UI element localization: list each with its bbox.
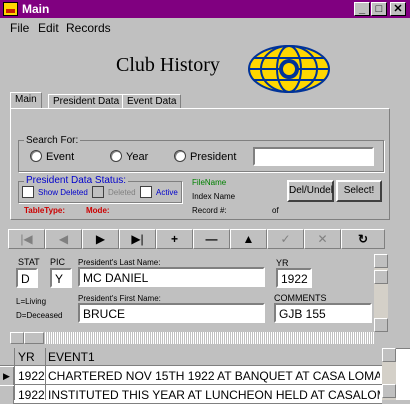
events-header-row: YR EVENT1 — [0, 348, 382, 366]
radio-year[interactable] — [110, 150, 122, 162]
hscroll-left-button[interactable] — [10, 332, 24, 344]
last-name-field[interactable]: MC DANIEL — [78, 267, 265, 287]
column-header-yr[interactable]: YR — [18, 350, 35, 364]
menu-bar: File Edit Records — [0, 18, 410, 37]
comments-label: COMMENTS — [274, 293, 327, 303]
title-bar[interactable]: Main _ □ ✕ — [0, 0, 410, 18]
show-deleted-checkbox[interactable] — [22, 186, 34, 198]
grid-divider — [45, 348, 46, 400]
row-indicator — [0, 386, 14, 404]
first-name-label: President's First Name: — [78, 294, 161, 303]
radio-year-label: Year — [126, 151, 149, 163]
yr-label: YR — [276, 258, 289, 268]
status-group-label: President Data Status: — [24, 175, 129, 186]
detail-hscrollbar[interactable] — [10, 332, 374, 344]
close-button[interactable]: ✕ — [390, 2, 406, 16]
last-record-button[interactable]: ▶| — [119, 229, 156, 249]
stat-label: STAT — [18, 257, 40, 267]
row-yr[interactable]: 1922 — [18, 369, 45, 383]
search-group-label: Search For: — [24, 135, 81, 146]
maximize-button[interactable]: □ — [371, 2, 387, 16]
first-record-button[interactable]: |◀ — [8, 229, 45, 249]
row-pointer-icon: ▶ — [0, 367, 14, 385]
pic-field[interactable]: Y — [50, 268, 72, 288]
scroll-thumb[interactable] — [374, 270, 388, 284]
stat-field[interactable]: D — [16, 268, 38, 288]
legend-deceased: D=Deceased — [16, 311, 63, 320]
del-undel-button[interactable]: Del/Undel — [287, 180, 334, 202]
menu-file[interactable]: File — [10, 21, 29, 35]
grid-scroll-thumb[interactable] — [382, 384, 396, 398]
pic-label: PIC — [50, 257, 66, 267]
grid-scrollbar[interactable] — [382, 348, 396, 400]
hscroll-thumb[interactable] — [24, 332, 44, 344]
tab-main[interactable]: Main — [10, 92, 42, 109]
app-icon — [3, 2, 18, 16]
radio-event[interactable] — [30, 150, 42, 162]
record-number-label: Record #: — [192, 206, 227, 215]
show-deleted-label: Show Deleted — [38, 188, 88, 197]
post-record-button[interactable]: ✓ — [267, 229, 304, 249]
index-name-label: Index Name — [192, 192, 236, 201]
first-name-field[interactable]: BRUCE — [78, 303, 265, 323]
minimize-button[interactable]: _ — [354, 2, 370, 16]
delete-record-button[interactable]: — — [193, 229, 230, 249]
table-row[interactable]: ▶ 1922 CHARTERED NOV 15TH 1922 AT BANQUE… — [0, 367, 382, 385]
grid-scroll-up-button[interactable] — [382, 348, 396, 362]
deleted-checkbox — [92, 186, 104, 198]
row-event[interactable]: CHARTERED NOV 15TH 1922 AT BANQUET AT CA… — [48, 369, 380, 383]
search-input[interactable] — [253, 147, 374, 166]
detail-scrollbar[interactable] — [374, 254, 388, 332]
next-record-button[interactable]: ▶ — [82, 229, 119, 249]
legend-living: L=Living — [16, 297, 47, 306]
active-checkbox[interactable] — [140, 186, 152, 198]
tab-president-data[interactable]: President Data — [48, 94, 125, 109]
scroll-up-button[interactable] — [374, 254, 388, 268]
record-of-label: of — [272, 206, 279, 215]
yr-field[interactable]: 1922 — [276, 268, 312, 288]
window-title: Main — [22, 2, 50, 16]
grid-divider — [14, 348, 15, 400]
active-label: Active — [156, 188, 178, 197]
menu-edit[interactable]: Edit — [38, 21, 59, 35]
insert-record-button[interactable]: + — [156, 229, 193, 249]
select-button[interactable]: Select! — [336, 180, 382, 202]
edit-record-button[interactable]: ▲ — [230, 229, 267, 249]
comments-field[interactable]: GJB 155 — [274, 303, 372, 323]
menu-records[interactable]: Records — [66, 21, 111, 35]
column-header-event1[interactable]: EVENT1 — [48, 350, 95, 364]
prior-record-button[interactable]: ◀ — [45, 229, 82, 249]
main-window: Main _ □ ✕ File Edit Records Club Histor… — [0, 0, 410, 404]
refresh-button[interactable]: ↻ — [341, 229, 385, 249]
radio-event-label: Event — [46, 151, 75, 163]
radio-president[interactable] — [174, 150, 186, 162]
mode-label: Mode: — [86, 206, 110, 215]
last-name-label: President's Last Name: — [78, 258, 161, 267]
deleted-label: Deleted — [108, 188, 136, 197]
cancel-edit-button[interactable]: ✕ — [304, 229, 341, 249]
tab-event-data[interactable]: Event Data — [122, 94, 182, 109]
scroll-down-button[interactable] — [374, 318, 388, 332]
radio-president-label: President — [190, 151, 237, 163]
club-logo-icon — [248, 44, 330, 97]
table-row[interactable]: 1922 INSTITUTED THIS YEAR AT LUNCHEON HE… — [0, 386, 382, 404]
tabletype-label: TableType: — [24, 206, 66, 215]
page-title: Club History — [116, 54, 220, 76]
filename-label: FileName — [192, 178, 227, 187]
